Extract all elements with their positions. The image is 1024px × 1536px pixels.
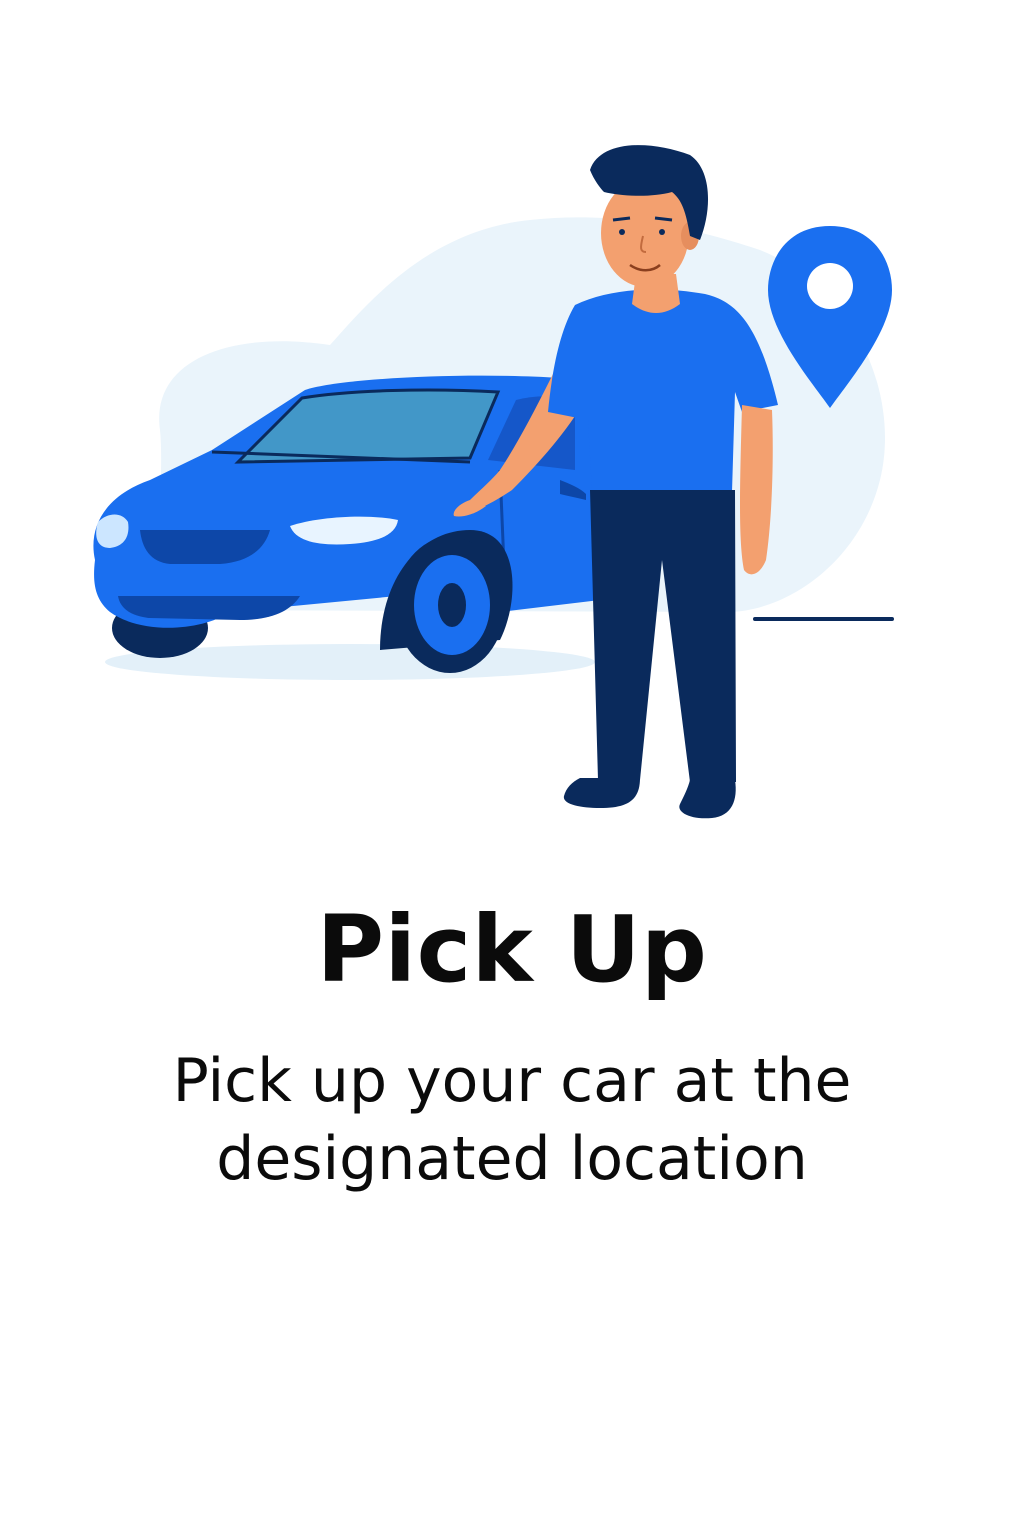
- page-title: Pick Up: [316, 896, 708, 1003]
- pickup-illustration: [93, 145, 894, 819]
- page-description: Pick up your car at the designated locat…: [172, 1046, 852, 1194]
- onboarding-screen: Pick Up Pick up your car at the designat…: [0, 0, 1024, 1536]
